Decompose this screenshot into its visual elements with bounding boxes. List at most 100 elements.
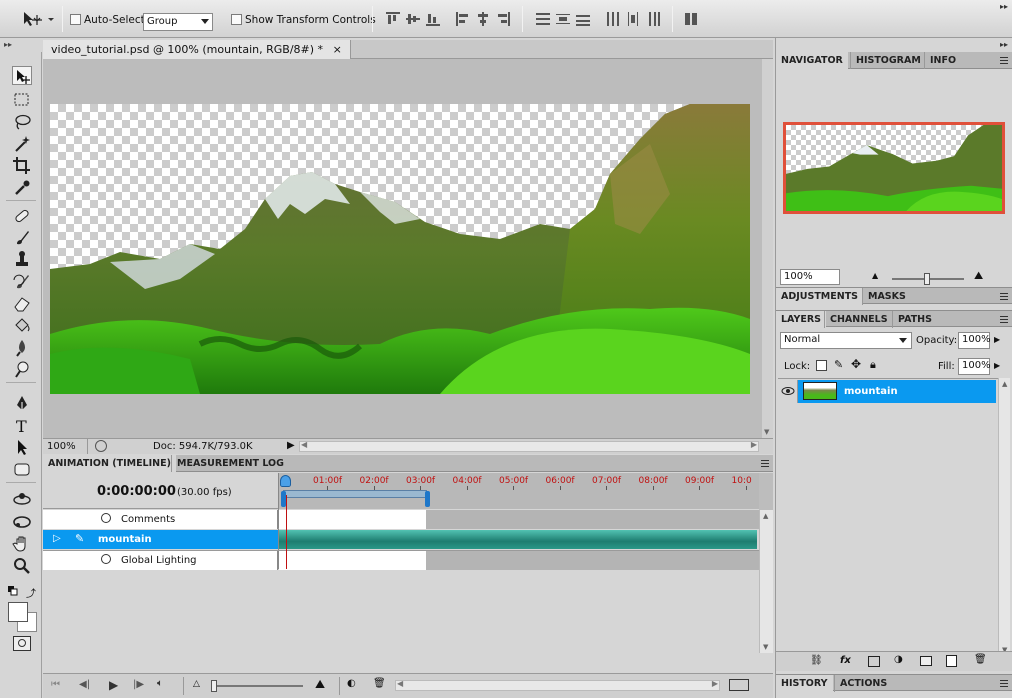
layer-style-fx-icon[interactable]: fx [840,655,851,666]
show-transform-checkbox[interactable] [231,14,242,25]
stopwatch-icon[interactable] [101,554,111,564]
layer-name[interactable]: mountain [844,386,898,397]
scroll-down-icon[interactable]: ▼ [764,428,769,436]
toolbar-grip[interactable]: ▸▸ [0,40,42,50]
status-info-icon[interactable] [95,440,107,452]
panel-menu-icon[interactable] [994,55,1008,65]
scroll-left-icon[interactable]: ◀ [301,440,307,449]
zoom-level[interactable]: 100% [47,441,76,452]
navigator-zoom-out-icon[interactable]: ▲ [872,271,878,280]
new-group-icon[interactable] [920,656,932,666]
shape-tool-icon[interactable] [12,460,32,479]
tab-histogram[interactable]: HISTOGRAM [850,52,926,69]
lock-position-icon[interactable]: ✥ [851,357,861,371]
link-layers-icon[interactable]: ⛓︎ [810,655,823,666]
audio-icon[interactable]: 🔈︎ [157,678,163,689]
tab-navigator[interactable]: NAVIGATOR [776,52,848,69]
crop-tool-icon[interactable] [12,156,32,175]
playhead-handle[interactable] [280,475,291,487]
timeline-horizontal-scrollbar[interactable]: ◀ ▶ [395,679,720,691]
tab-masks[interactable]: MASKS [862,288,911,305]
delete-icon[interactable]: 🗑︎ [373,678,386,689]
path-selection-icon[interactable] [12,438,32,457]
lock-transparent-icon[interactable] [816,360,827,371]
blur-tool-icon[interactable] [12,338,32,357]
tab-info[interactable]: INFO [924,52,961,69]
work-area-end-handle[interactable] [425,491,430,507]
distribute-top-icon[interactable] [536,12,550,26]
document-canvas[interactable] [50,104,750,394]
opacity-arrow-icon[interactable]: ▶ [994,335,1000,344]
tab-measurement-log[interactable]: MEASUREMENT LOG [171,455,289,472]
track-row-global-lighting[interactable]: Global Lighting [43,550,759,570]
3d-rotate-icon[interactable] [12,490,32,509]
lock-image-icon[interactable]: ✎ [834,358,843,371]
new-layer-icon[interactable] [946,655,957,667]
panel-menu-icon[interactable] [755,458,769,468]
tab-actions[interactable]: ACTIONS [834,675,892,692]
tab-animation-timeline[interactable]: ANIMATION (TIMELINE) [43,455,176,472]
align-hcenter-icon[interactable] [476,12,490,26]
tab-layers[interactable]: LAYERS [776,311,827,328]
time-ruler[interactable]: 01:00f 02:00f 03:00f 04:00f 05:00f 06:00f 07:0… [279,473,759,509]
distribute-vcenter-icon[interactable] [556,12,570,26]
align-right-icon[interactable] [496,12,510,26]
pen-tool-icon[interactable] [12,394,32,413]
track-row-mountain[interactable]: ▷ ✎ mountain [43,530,759,549]
horizontal-scrollbar[interactable]: ◀ ▶ [299,440,759,452]
navigator-preview[interactable] [783,122,1005,214]
vertical-scrollbar[interactable]: ▼ [762,59,773,438]
navigator-slider-thumb[interactable] [924,273,930,285]
stopwatch-icon[interactable] [101,513,111,523]
prev-frame-icon[interactable]: ◀| [79,679,90,690]
dodge-tool-icon[interactable] [12,360,32,379]
timeline-zoom-slider[interactable] [211,680,303,692]
lock-all-icon[interactable]: 🔒︎ [870,358,876,372]
distribute-hcenter-icon[interactable] [626,12,640,26]
lasso-tool-icon[interactable] [12,112,32,131]
current-time[interactable]: 0:00:00:00 [97,484,176,499]
clone-stamp-icon[interactable] [12,250,32,269]
timeline-vertical-scrollbar[interactable]: ▲ ▼ [759,510,773,653]
next-frame-icon[interactable]: |▶ [133,679,144,690]
opacity-field[interactable]: 100% [958,332,991,349]
marquee-tool-icon[interactable] [12,90,32,109]
auto-select-dropdown[interactable]: Group [143,13,213,31]
first-frame-icon[interactable]: ⏮ [51,679,60,690]
delete-layer-icon[interactable]: 🗑︎ [974,654,987,665]
auto-select-checkbox[interactable] [70,14,81,25]
align-bottom-icon[interactable] [426,12,440,26]
move-tool-preset-icon[interactable] [22,10,56,28]
hand-tool-icon[interactable] [12,534,32,553]
magic-wand-icon[interactable] [12,134,32,153]
track-row-comments[interactable]: Comments [43,510,759,529]
panel-menu-icon[interactable] [994,314,1008,324]
tab-adjustments[interactable]: ADJUSTMENTS [776,288,864,305]
close-icon[interactable]: × [333,43,342,56]
type-tool-icon[interactable]: T [12,416,32,436]
add-mask-icon[interactable] [868,656,880,667]
paint-bucket-icon[interactable] [12,316,32,335]
convert-to-frame-animation-icon[interactable] [729,679,749,691]
align-top-icon[interactable] [386,12,400,26]
move-tool-icon[interactable] [12,66,32,85]
zoom-tool-icon[interactable] [12,556,32,575]
scroll-right-icon[interactable]: ▶ [751,440,757,449]
foreground-color-swatch[interactable] [8,602,28,622]
distribute-left-icon[interactable] [606,12,620,26]
layer-duration-bar[interactable] [279,530,757,549]
panel-collapse-icon[interactable]: ▸▸ [1000,2,1008,11]
onion-skin-icon[interactable]: ◐ [347,678,356,689]
zoom-slider-thumb[interactable] [211,680,217,692]
auto-align-layers-icon[interactable] [684,12,698,26]
brush-tool-icon[interactable] [12,228,32,247]
navigator-zoom-slider[interactable] [892,273,964,285]
healing-brush-icon[interactable] [12,206,32,225]
visibility-eye-icon[interactable] [778,380,798,403]
history-brush-icon[interactable] [12,272,32,291]
fill-field[interactable]: 100% [958,358,991,375]
play-icon[interactable]: ▶ [109,678,118,692]
tab-history[interactable]: HISTORY [776,675,833,692]
panel-menu-icon[interactable] [994,291,1008,301]
expand-triangle-icon[interactable]: ▷ [53,533,61,544]
